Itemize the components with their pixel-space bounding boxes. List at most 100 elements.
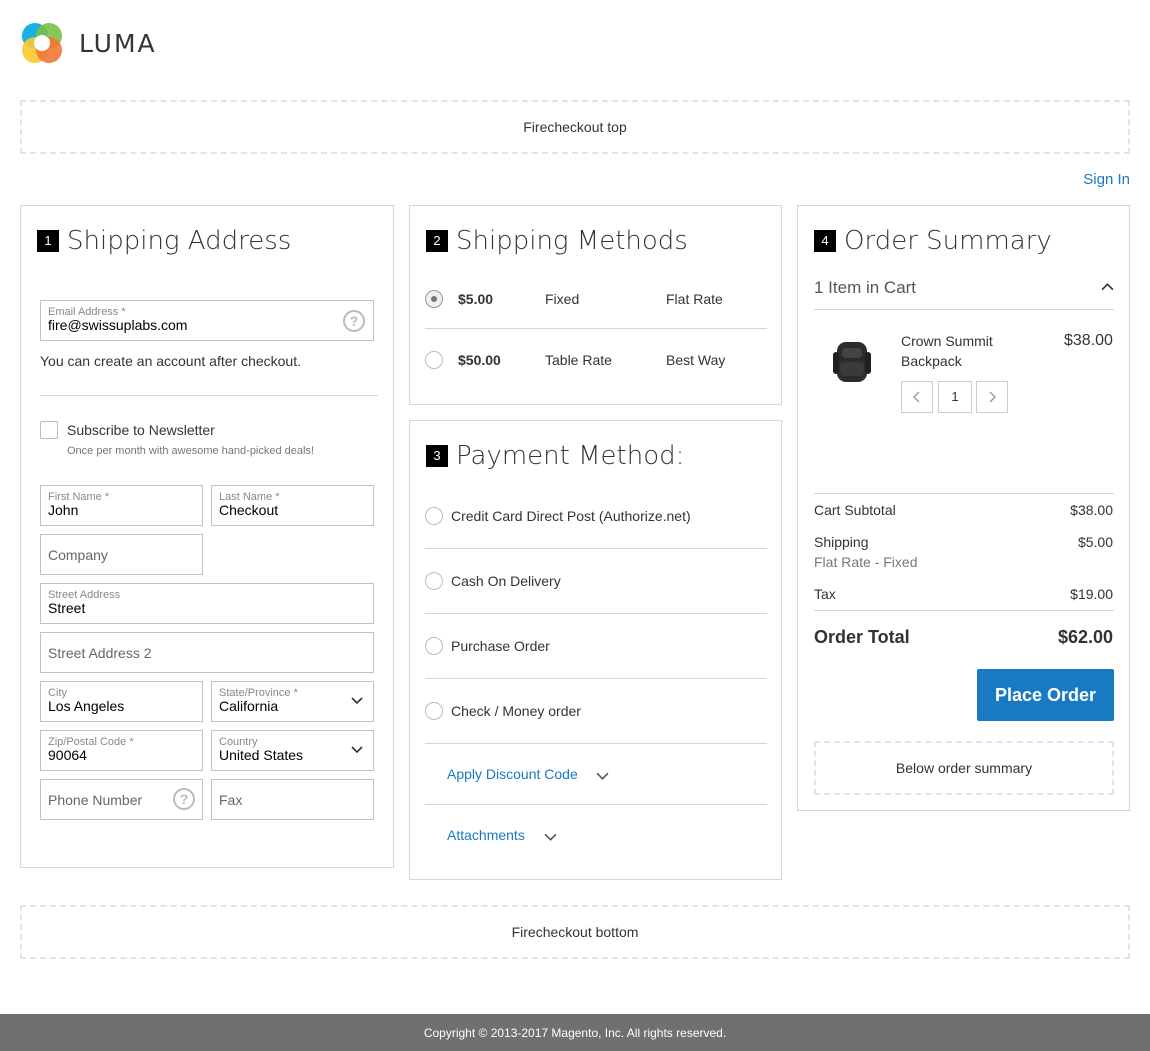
country-select[interactable]: Country United States <box>211 730 374 771</box>
chevron-up-icon <box>1101 283 1114 291</box>
payment-method-label[interactable]: Credit Card Direct Post (Authorize.net) <box>451 508 691 524</box>
fax-field[interactable]: Fax <box>211 779 374 820</box>
section-title: Shipping Methods <box>456 226 688 256</box>
shipping-radio-flatrate[interactable] <box>425 290 443 308</box>
zip-value: 90064 <box>48 747 87 763</box>
product-name-line2: Backpack <box>901 353 962 369</box>
shipping-address-heading: 1 Shipping Address <box>37 226 291 256</box>
attachments-link[interactable]: Attachments <box>447 827 525 843</box>
payment-radio-cod[interactable] <box>425 572 443 590</box>
firecheckout-bottom-label: Firecheckout bottom <box>511 924 639 940</box>
fax-placeholder: Fax <box>219 792 243 808</box>
tax-label: Tax <box>814 586 836 602</box>
chevron-down-icon <box>351 746 363 754</box>
city-field[interactable]: City Los Angeles <box>40 681 203 722</box>
qty-decrease-button[interactable] <box>901 381 933 413</box>
firecheckout-top-label: Firecheckout top <box>523 119 627 135</box>
apply-discount-link[interactable]: Apply Discount Code <box>447 766 578 782</box>
shipping-price: $5.00 <box>458 291 494 307</box>
footer: Copyright © 2013-2017 Magento, Inc. All … <box>0 1014 1150 1051</box>
payment-method-label[interactable]: Cash On Delivery <box>451 573 561 589</box>
qty-input[interactable]: 1 <box>938 381 972 413</box>
items-in-cart-label: 1 Item in Cart <box>814 278 917 297</box>
order-total-label: Order Total <box>814 627 910 647</box>
zip-field[interactable]: Zip/Postal Code * 90064 <box>40 730 203 771</box>
tax-value: $19.00 <box>1070 586 1113 602</box>
newsletter-label: Subscribe to Newsletter <box>67 422 215 438</box>
first-name-value: John <box>48 502 79 518</box>
payment-radio-purchase-order[interactable] <box>425 637 443 655</box>
place-order-button[interactable]: Place Order <box>977 669 1114 721</box>
payment-method-heading: 3 Payment Method: <box>426 441 684 471</box>
payment-method-label[interactable]: Check / Money order <box>451 703 581 719</box>
company-placeholder: Company <box>48 547 108 563</box>
email-field[interactable]: Email Address * fire@swissuplabs.com ? <box>40 300 374 341</box>
below-order-summary-label: Below order summary <box>895 760 1033 776</box>
firecheckout-top-block: Firecheckout top <box>20 100 1130 154</box>
payment-radio-authorizenet[interactable] <box>425 507 443 525</box>
order-summary-panel: 4 Order Summary 1 Item in Cart Crown Sum… <box>797 205 1130 811</box>
luma-logo-icon <box>22 23 62 63</box>
email-value: fire@swissuplabs.com <box>48 317 188 333</box>
newsletter-note: Once per month with awesome hand-picked … <box>67 445 315 457</box>
step-number: 4 <box>814 230 836 252</box>
subtotal-value: $38.00 <box>1070 502 1113 518</box>
shipping-method-name: Flat Rate - Fixed <box>814 554 918 570</box>
shipping-radio-tablerate[interactable] <box>425 351 443 369</box>
shipping-address-panel: 1 Shipping Address Email Address * fire@… <box>20 205 394 868</box>
section-title: Payment Method: <box>456 441 685 471</box>
street-value: Street <box>48 600 86 616</box>
divider <box>814 610 1114 611</box>
street2-placeholder: Street Address 2 <box>48 645 152 661</box>
shipping-method: Table Rate <box>545 352 612 368</box>
product-price: $38.00 <box>1064 332 1113 349</box>
company-field[interactable]: Company <box>40 534 203 575</box>
logo[interactable]: LUMA <box>20 21 157 65</box>
help-icon[interactable]: ? <box>173 788 195 810</box>
copyright-text: Copyright © 2013-2017 Magento, Inc. All … <box>423 1025 727 1040</box>
divider <box>425 328 767 329</box>
below-order-summary-block: Below order summary <box>814 741 1114 795</box>
chevron-down-icon <box>544 833 557 841</box>
divider <box>40 395 378 396</box>
phone-placeholder: Phone Number <box>48 792 143 808</box>
shipping-label: Shipping <box>814 534 869 550</box>
section-title: Order Summary <box>844 226 1052 256</box>
country-value: United States <box>219 747 304 763</box>
divider <box>425 678 767 679</box>
product-name: Crown Summit <box>901 333 993 349</box>
help-icon[interactable]: ? <box>343 310 365 332</box>
first-name-field[interactable]: First Name * John <box>40 485 203 526</box>
chevron-right-icon <box>989 391 996 403</box>
shipping-value: $5.00 <box>1077 534 1113 550</box>
state-select[interactable]: State/Province * California <box>211 681 374 722</box>
chevron-down-icon <box>596 772 609 780</box>
sign-in-link[interactable]: Sign In <box>1083 171 1130 188</box>
street-address-2-field[interactable]: Street Address 2 <box>40 632 374 673</box>
phone-field[interactable]: Phone Number ? <box>40 779 203 820</box>
payment-radio-checkmo[interactable] <box>425 702 443 720</box>
last-name-field[interactable]: Last Name * Checkout <box>211 485 374 526</box>
divider <box>425 613 767 614</box>
divider <box>425 548 767 549</box>
divider <box>814 309 1114 310</box>
shipping-methods-heading: 2 Shipping Methods <box>426 226 688 256</box>
step-number: 1 <box>37 230 59 252</box>
shipping-carrier: Flat Rate <box>666 291 723 307</box>
qty-increase-button[interactable] <box>976 381 1008 413</box>
order-summary-heading: 4 Order Summary <box>814 226 1052 256</box>
divider <box>814 493 1114 494</box>
payment-method-label[interactable]: Purchase Order <box>451 638 550 654</box>
shipping-price: $50.00 <box>458 352 501 368</box>
last-name-value: Checkout <box>219 502 279 518</box>
street-address-field[interactable]: Street Address Street <box>40 583 374 624</box>
payment-method-panel: 3 Payment Method: Credit Card Direct Pos… <box>409 420 782 880</box>
firecheckout-bottom-block: Firecheckout bottom <box>20 905 1130 959</box>
step-number: 2 <box>426 230 448 252</box>
product-image <box>833 342 871 382</box>
order-total-value: $62.00 <box>1057 627 1113 647</box>
chevron-left-icon <box>913 391 920 403</box>
subtotal-label: Cart Subtotal <box>814 502 896 518</box>
newsletter-checkbox[interactable] <box>40 421 58 439</box>
section-title: Shipping Address <box>67 226 292 256</box>
